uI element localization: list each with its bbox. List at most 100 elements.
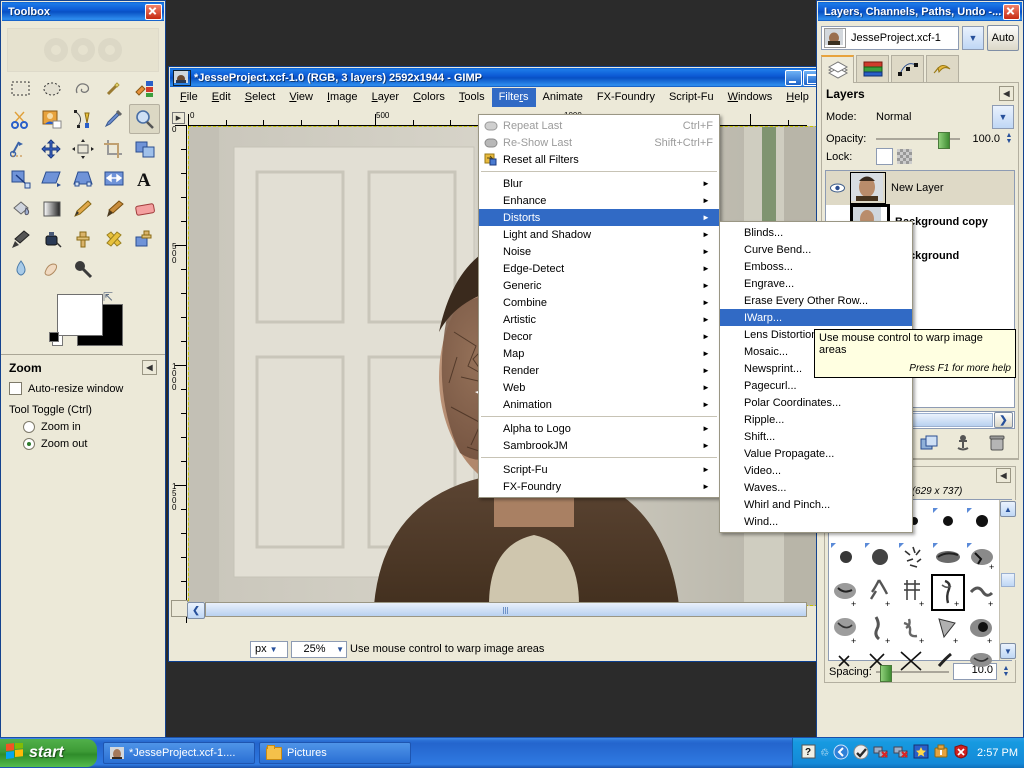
network-disconnected-icon-2[interactable]: [893, 744, 909, 762]
image-minimize-button[interactable]: [785, 69, 802, 86]
foreground-select-tool[interactable]: [36, 104, 67, 134]
brush-cell[interactable]: [897, 537, 931, 574]
move-tool[interactable]: [36, 134, 67, 164]
ellipse-select-tool[interactable]: [36, 74, 67, 104]
zoom-in-radio[interactable]: [23, 421, 35, 433]
menu-item-re-show-last[interactable]: Re-Show Last Shift+Ctrl+F: [479, 134, 719, 151]
vertical-ruler[interactable]: 0 500 1000 1500: [171, 125, 187, 623]
tab-layers[interactable]: [821, 55, 854, 83]
blur-sharpen-tool[interactable]: [5, 254, 36, 284]
submenu-item-waves[interactable]: Waves...: [720, 479, 912, 496]
opacity-slider[interactable]: [876, 132, 960, 149]
pencil-tool[interactable]: [67, 194, 98, 224]
brush-cell[interactable]: +: [897, 574, 931, 611]
brush-scroll-up-button[interactable]: ▲: [1000, 501, 1016, 517]
hscroll-left-button[interactable]: ❮: [187, 602, 205, 619]
dock-close-button[interactable]: [1003, 3, 1020, 20]
horizontal-scrollbar[interactable]: ❮: [187, 602, 807, 619]
mode-value[interactable]: Normal: [876, 108, 988, 126]
zoom-out-radio[interactable]: [23, 438, 35, 450]
brush-cell[interactable]: +: [931, 611, 965, 648]
menu-item-sambrookjm[interactable]: SambrookJM ►: [479, 437, 719, 454]
help-tray-icon[interactable]: ?: [801, 744, 816, 762]
menu-layer[interactable]: Layer: [365, 88, 407, 107]
show-hidden-icons-icon[interactable]: ♲: [820, 748, 829, 759]
menu-item-script-fu[interactable]: Script-Fu ►: [479, 461, 719, 478]
submenu-item-iwarp[interactable]: IWarp...: [720, 309, 912, 326]
brush-cell[interactable]: [829, 648, 863, 685]
submenu-item-erase-every-other-row[interactable]: Erase Every Other Row...: [720, 292, 912, 309]
menu-item-decor[interactable]: Decor ►: [479, 328, 719, 345]
brushes-panel-menu-icon[interactable]: ◀: [996, 468, 1011, 483]
brush-cell[interactable]: [965, 648, 999, 685]
perspective-tool[interactable]: [67, 164, 98, 194]
layer-scroll-next-button[interactable]: ❯: [994, 412, 1013, 428]
lock-alpha-icon[interactable]: [897, 149, 912, 164]
menu-item-enhance[interactable]: Enhance ►: [479, 192, 719, 209]
brush-cell[interactable]: +: [829, 611, 863, 648]
free-select-tool[interactable]: [67, 74, 98, 104]
brush-cell[interactable]: [965, 500, 999, 537]
image-selector-dropdown-icon[interactable]: ▼: [962, 26, 984, 50]
reset-colors-icon[interactable]: [49, 332, 63, 346]
menu-file[interactable]: File: [173, 88, 205, 107]
image-selector[interactable]: JesseProject.xcf-1: [821, 26, 959, 50]
quickmask-toggle[interactable]: [171, 600, 188, 617]
submenu-item-pagecurl[interactable]: Pagecurl...: [720, 377, 912, 394]
submenu-item-polar-coordinates[interactable]: Polar Coordinates...: [720, 394, 912, 411]
menu-item-repeat-last[interactable]: Repeat Last Ctrl+F: [479, 117, 719, 134]
swap-colors-icon[interactable]: ⇱: [103, 290, 113, 304]
start-button[interactable]: start: [0, 739, 97, 767]
fuzzy-select-tool[interactable]: [98, 74, 129, 104]
menu-item-fx-foundry[interactable]: FX-Foundry ►: [479, 478, 719, 495]
brush-cell[interactable]: [931, 537, 965, 574]
brush-cell[interactable]: +: [965, 537, 999, 574]
image-window-titlebar[interactable]: *JesseProject.xcf-1.0 (RGB, 3 layers) 25…: [170, 68, 822, 87]
network-disconnected-icon[interactable]: [873, 744, 889, 762]
menu-colors[interactable]: Colors: [406, 88, 452, 107]
menu-item-distorts[interactable]: Distorts ►: [479, 209, 719, 226]
spacing-slider[interactable]: [875, 665, 949, 682]
hscroll-thumb[interactable]: [205, 602, 807, 617]
menu-item-reset-all-filters[interactable]: Reset all Filters: [479, 151, 719, 168]
tool-options-menu-icon[interactable]: ◀: [142, 360, 157, 375]
menu-item-blur[interactable]: Blur ►: [479, 175, 719, 192]
toolbox-titlebar[interactable]: Toolbox: [2, 2, 164, 21]
eraser-tool[interactable]: [129, 194, 160, 224]
brush-cell[interactable]: [863, 537, 897, 574]
brush-cell[interactable]: +: [897, 611, 931, 648]
measure-tool[interactable]: [5, 134, 36, 164]
menu-item-artistic[interactable]: Artistic ►: [479, 311, 719, 328]
eye-icon[interactable]: [829, 183, 845, 193]
clock[interactable]: 2:57 PM: [977, 747, 1018, 759]
antivirus-alert-icon[interactable]: [953, 744, 969, 762]
dock-titlebar[interactable]: Layers, Channels, Paths, Undo -...: [818, 2, 1022, 21]
select-by-color-tool[interactable]: [129, 74, 160, 104]
scale-tool[interactable]: [5, 164, 36, 194]
menu-windows[interactable]: Windows: [721, 88, 780, 107]
brush-cell-selected[interactable]: +: [931, 574, 965, 611]
zoom-combo[interactable]: 25% ▼: [291, 640, 347, 658]
auto-resize-checkbox[interactable]: [9, 382, 22, 395]
menu-item-noise[interactable]: Noise ►: [479, 243, 719, 260]
brush-cell[interactable]: +: [965, 611, 999, 648]
tab-undo-history[interactable]: [926, 55, 959, 82]
duplicate-layer-icon[interactable]: [920, 435, 938, 454]
menu-item-generic[interactable]: Generic ►: [479, 277, 719, 294]
menu-item-alpha-to-logo[interactable]: Alpha to Logo ►: [479, 420, 719, 437]
brush-scroll-thumb[interactable]: [1001, 573, 1015, 587]
shear-tool[interactable]: [36, 164, 67, 194]
brush-cell[interactable]: +: [965, 574, 999, 611]
rect-select-tool[interactable]: [5, 74, 36, 104]
crop-tool[interactable]: [98, 134, 129, 164]
scissors-select-tool[interactable]: [5, 104, 36, 134]
zoom-in-radio-row[interactable]: Zoom in: [23, 421, 157, 433]
brush-scroll-down-button[interactable]: ▼: [1000, 643, 1016, 659]
submenu-item-emboss[interactable]: Emboss...: [720, 258, 912, 275]
clone-tool[interactable]: [67, 224, 98, 254]
dodge-burn-tool[interactable]: [67, 254, 98, 284]
anchor-layer-icon[interactable]: [954, 435, 972, 454]
norton-tray-icon[interactable]: [853, 744, 869, 763]
perspective-clone-tool[interactable]: [129, 224, 160, 254]
layer-row-new-layer[interactable]: New Layer: [826, 171, 1014, 205]
